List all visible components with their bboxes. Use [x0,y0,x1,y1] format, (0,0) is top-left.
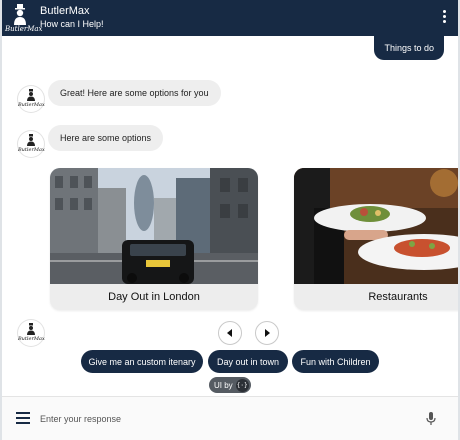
user-message: Things to do [374,36,444,60]
carousel-next-button[interactable] [255,321,279,345]
response-input[interactable] [40,409,410,429]
brand-logo-icon: {·} [235,378,249,392]
chevron-left-icon [227,329,232,337]
card-label: Day Out in London [108,291,200,303]
restaurant-image [294,168,458,284]
logo-text: ButlerMax [5,25,43,33]
bot-message: Here are some options [48,125,164,151]
bot-avatar: ButlerMax [18,320,45,346]
carousel-prev-button[interactable] [218,321,242,345]
carousel-card-restaurants[interactable]: Restaurants [294,168,458,310]
ui-by-badge: UI by {·} [209,377,251,393]
card-label: Restaurants [368,291,428,303]
microphone-icon[interactable] [426,412,436,426]
app-title: ButlerMax [40,5,90,17]
chat-app: ButlerMax ButlerMax How can I Help! Thin… [2,0,458,440]
menu-icon[interactable] [16,412,30,424]
london-street-image [50,168,258,284]
input-bar [2,396,458,440]
more-options-icon[interactable] [438,6,450,26]
chevron-right-icon [265,329,270,337]
bot-avatar: ButlerMax [18,86,45,112]
bot-message: Great! Here are some options for you [48,80,221,106]
butler-logo: ButlerMax [5,3,43,33]
ui-by-label: UI by [214,380,233,390]
bot-avatar: ButlerMax [18,131,45,157]
quick-reply-fun-children[interactable]: Fun with Children [292,350,379,373]
app-subtitle: How can I Help! [40,19,104,29]
header-bar: ButlerMax ButlerMax How can I Help! [2,0,458,36]
quick-reply-custom-itinerary[interactable]: Give me an custom itenary [81,350,203,373]
avatar-text: ButlerMax [18,147,45,153]
quick-reply-day-out[interactable]: Day out in town [208,350,288,373]
avatar-text: ButlerMax [18,336,45,342]
carousel-card-london[interactable]: Day Out in London [50,168,258,310]
avatar-text: ButlerMax [18,102,45,108]
